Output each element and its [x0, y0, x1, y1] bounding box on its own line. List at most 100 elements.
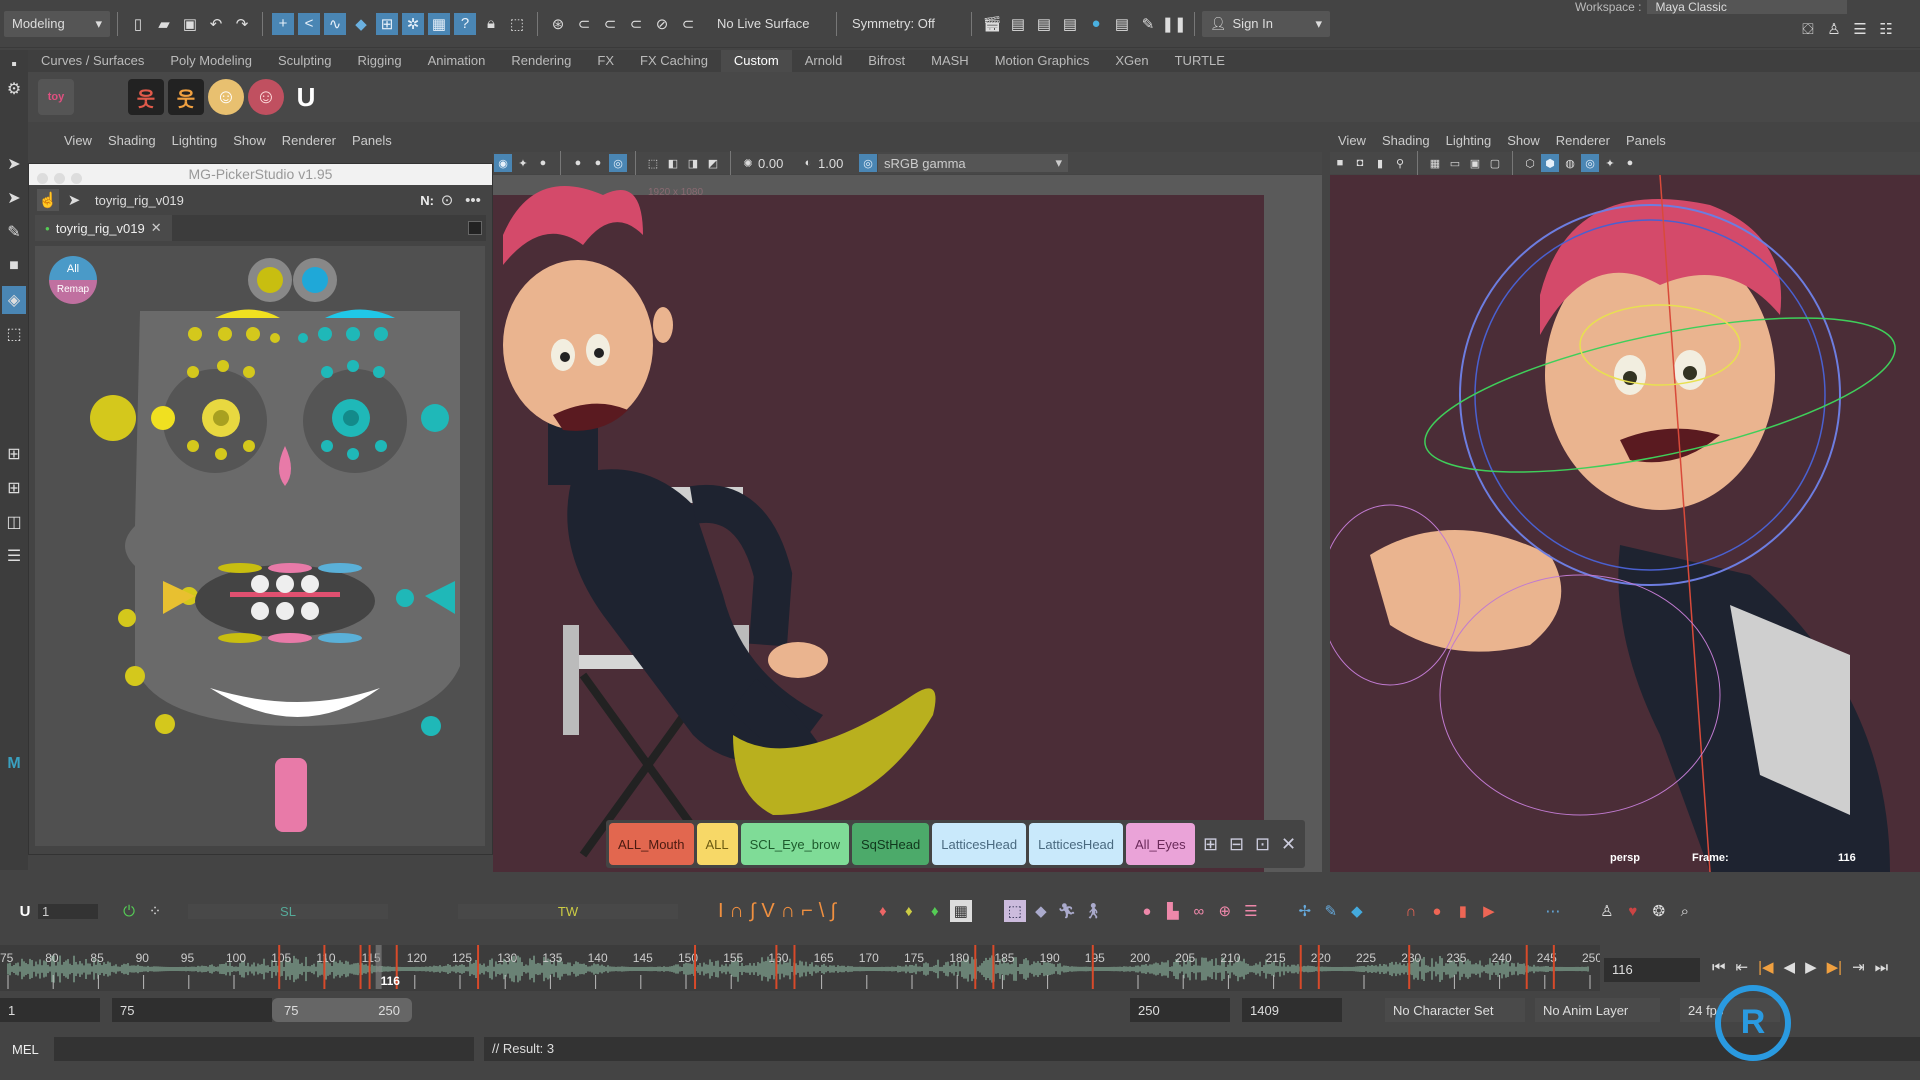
pause-icon[interactable]: ❚❚ — [1161, 13, 1186, 35]
outliner-layout-icon[interactable]: ☰ — [2, 542, 26, 570]
close-tab-icon[interactable]: ✕ — [151, 220, 162, 236]
save-icon[interactable]: ▣ — [179, 13, 201, 35]
current-frame-field[interactable]: 116 — [1604, 958, 1700, 982]
shelf-tab-mash[interactable]: MASH — [918, 50, 982, 72]
film-gate-icon[interactable]: ▭ — [1446, 154, 1464, 172]
render-icon[interactable]: 🎬︎ — [981, 13, 1003, 35]
selection-set-button[interactable]: LatticesHead — [932, 823, 1027, 865]
lock-icon[interactable]: 🔒︎ — [480, 13, 502, 35]
play-backward-icon[interactable]: ◀ — [1784, 958, 1796, 976]
shelf-tab-motion-graphics[interactable]: Motion Graphics — [982, 50, 1103, 72]
new-scene-icon[interactable]: ▯ — [127, 13, 149, 35]
default-material-icon[interactable]: ◍ — [1561, 154, 1579, 172]
snap-curve-icon[interactable]: ⊂ — [573, 13, 595, 35]
u-tool-icon[interactable]: U — [14, 900, 36, 922]
namespace-label[interactable]: N: — [420, 193, 434, 208]
search-icon[interactable]: ⌕ — [1674, 900, 1696, 922]
more-options-icon[interactable]: ••• — [462, 189, 484, 211]
lights-icon[interactable]: ✦ — [1601, 154, 1619, 172]
pen-icon[interactable]: ✎ — [1320, 900, 1342, 922]
mode-menu[interactable]: Modeling ▾ — [4, 10, 110, 37]
shelf-tab-rigging[interactable]: Rigging — [344, 50, 414, 72]
layout-four-icon[interactable]: ⊞ — [2, 474, 26, 502]
gamma-icon[interactable]: ◐ — [799, 154, 817, 172]
maximize-canvas-icon[interactable] — [468, 221, 482, 235]
image-plane-icon[interactable]: ⚲ — [1391, 154, 1409, 172]
textured-icon[interactable]: ◎ — [1581, 154, 1599, 172]
menu-show[interactable]: Show — [225, 133, 274, 148]
menu-lighting[interactable]: Lighting — [164, 133, 226, 148]
selection-set-button[interactable]: ALL_Mouth — [609, 823, 694, 865]
bake-icon[interactable]: ▦ — [949, 900, 972, 922]
wireframe-icon[interactable]: ⬡ — [1521, 154, 1539, 172]
antialias-icon[interactable]: ◎ — [609, 154, 627, 172]
mirror-select-icon[interactable]: ◆ — [1030, 900, 1052, 922]
picker-canvas[interactable]: All Remap — [35, 246, 485, 846]
rotate-tool-icon[interactable]: ◈ — [2, 286, 26, 314]
animation-end-field[interactable]: 1409 — [1242, 998, 1342, 1022]
exposure-field[interactable]: 0.00 — [758, 156, 798, 171]
shadow-icon[interactable]: ● — [534, 154, 552, 172]
human-ik-icon[interactable]: ♙ — [1823, 18, 1845, 40]
picker-tab[interactable]: ● toyrig_rig_v019 ✕ — [35, 215, 172, 241]
xray-active-icon[interactable]: ◩ — [704, 154, 722, 172]
grid-icon[interactable]: ▦ — [1426, 154, 1444, 172]
add-set-icon[interactable]: ⊞ — [1200, 833, 1222, 855]
lasso-tool-icon[interactable]: ➤ — [2, 184, 26, 212]
character-selector[interactable]: toyrig_rig_v019 — [95, 193, 184, 208]
key-icon[interactable]: ♦ — [872, 900, 894, 922]
layout-single-icon[interactable]: ⊞ — [2, 440, 26, 468]
shelf-tab-fx-caching[interactable]: FX Caching — [627, 50, 721, 72]
menu-view[interactable]: View — [1330, 133, 1374, 148]
snap-icon[interactable]: ◆ — [350, 13, 372, 35]
viewport-left[interactable]: 1920 x 1080 — [493, 175, 1322, 872]
camera-icon[interactable]: ■ — [1331, 154, 1349, 172]
xray-joints-icon[interactable]: ◨ — [684, 154, 702, 172]
ghost-icon[interactable]: ● — [1136, 900, 1158, 922]
step-forward-icon[interactable]: ⇥ — [1852, 958, 1865, 976]
anim-layer-dropdown[interactable]: No Anim Layer — [1535, 998, 1660, 1022]
shelf-tab-arnold[interactable]: Arnold — [792, 50, 856, 72]
shelf-tab-xgen[interactable]: XGen — [1102, 50, 1161, 72]
axis-icon[interactable]: ✢ — [1294, 900, 1316, 922]
shelf-tab-animation[interactable]: Animation — [415, 50, 499, 72]
close-window-button[interactable] — [37, 173, 48, 184]
paint-select-icon[interactable]: ✎ — [2, 218, 26, 246]
magnet-u-icon[interactable]: U — [288, 79, 324, 115]
attribute-editor-icon[interactable]: ☰ — [1849, 18, 1871, 40]
color-space-dropdown[interactable]: sRGB gamma ▾ — [878, 154, 1068, 172]
menu-panels[interactable]: Panels — [344, 133, 400, 148]
select-arrow-icon[interactable]: ➤ — [63, 189, 85, 211]
playback-end-field[interactable]: 250 — [1130, 998, 1230, 1022]
channel-box-icon[interactable]: ☷ — [1875, 18, 1897, 40]
dots-grid-icon[interactable]: ⁘ — [144, 900, 166, 922]
maximize-window-button[interactable] — [71, 173, 82, 184]
live-surface-field[interactable]: No Live Surface — [709, 10, 829, 37]
shelf-tab-fx[interactable]: FX — [584, 50, 627, 72]
toy-icon[interactable]: toy — [38, 79, 74, 115]
symmetry-dropdown[interactable]: Symmetry: Off — [844, 10, 964, 37]
menu-panels[interactable]: Panels — [1618, 133, 1674, 148]
character-red-icon[interactable]: 웃 — [128, 79, 164, 115]
camera-attr-icon[interactable]: ◘ — [1351, 154, 1369, 172]
go-to-end-icon[interactable]: ⏭ — [1875, 959, 1889, 976]
frame-input[interactable]: 1 — [38, 903, 98, 919]
shadows-icon[interactable]: ● — [1621, 154, 1639, 172]
menu-show[interactable]: Show — [1499, 133, 1548, 148]
select-hierarchy-icon[interactable]: + — [272, 12, 294, 35]
render-setup-icon[interactable]: ▤ — [1111, 13, 1133, 35]
shelf-tab-sculpting[interactable]: Sculpting — [265, 50, 344, 72]
snap-view-icon[interactable]: ⊂ — [625, 13, 647, 35]
resolution-gate-icon[interactable]: ▣ — [1466, 154, 1484, 172]
curve-icon[interactable]: ∩ — [1400, 900, 1422, 922]
brain-icon[interactable]: ❂ — [1648, 900, 1670, 922]
diamond-icon[interactable]: ◆ — [1346, 900, 1368, 922]
snap-point-icon[interactable]: ⊂ — [599, 13, 621, 35]
xray-icon[interactable]: ◧ — [664, 154, 682, 172]
shelf-menu-icon[interactable]: ▪ — [2, 56, 26, 74]
key-icon[interactable]: ♦ — [924, 900, 946, 922]
animation-start-field[interactable]: 1 — [0, 998, 100, 1022]
snap-pivot-icon[interactable]: ⊂ — [677, 13, 699, 35]
picker-title-bar[interactable]: MG-PickerStudio v1.95 — [29, 164, 492, 185]
command-input[interactable] — [54, 1037, 474, 1061]
